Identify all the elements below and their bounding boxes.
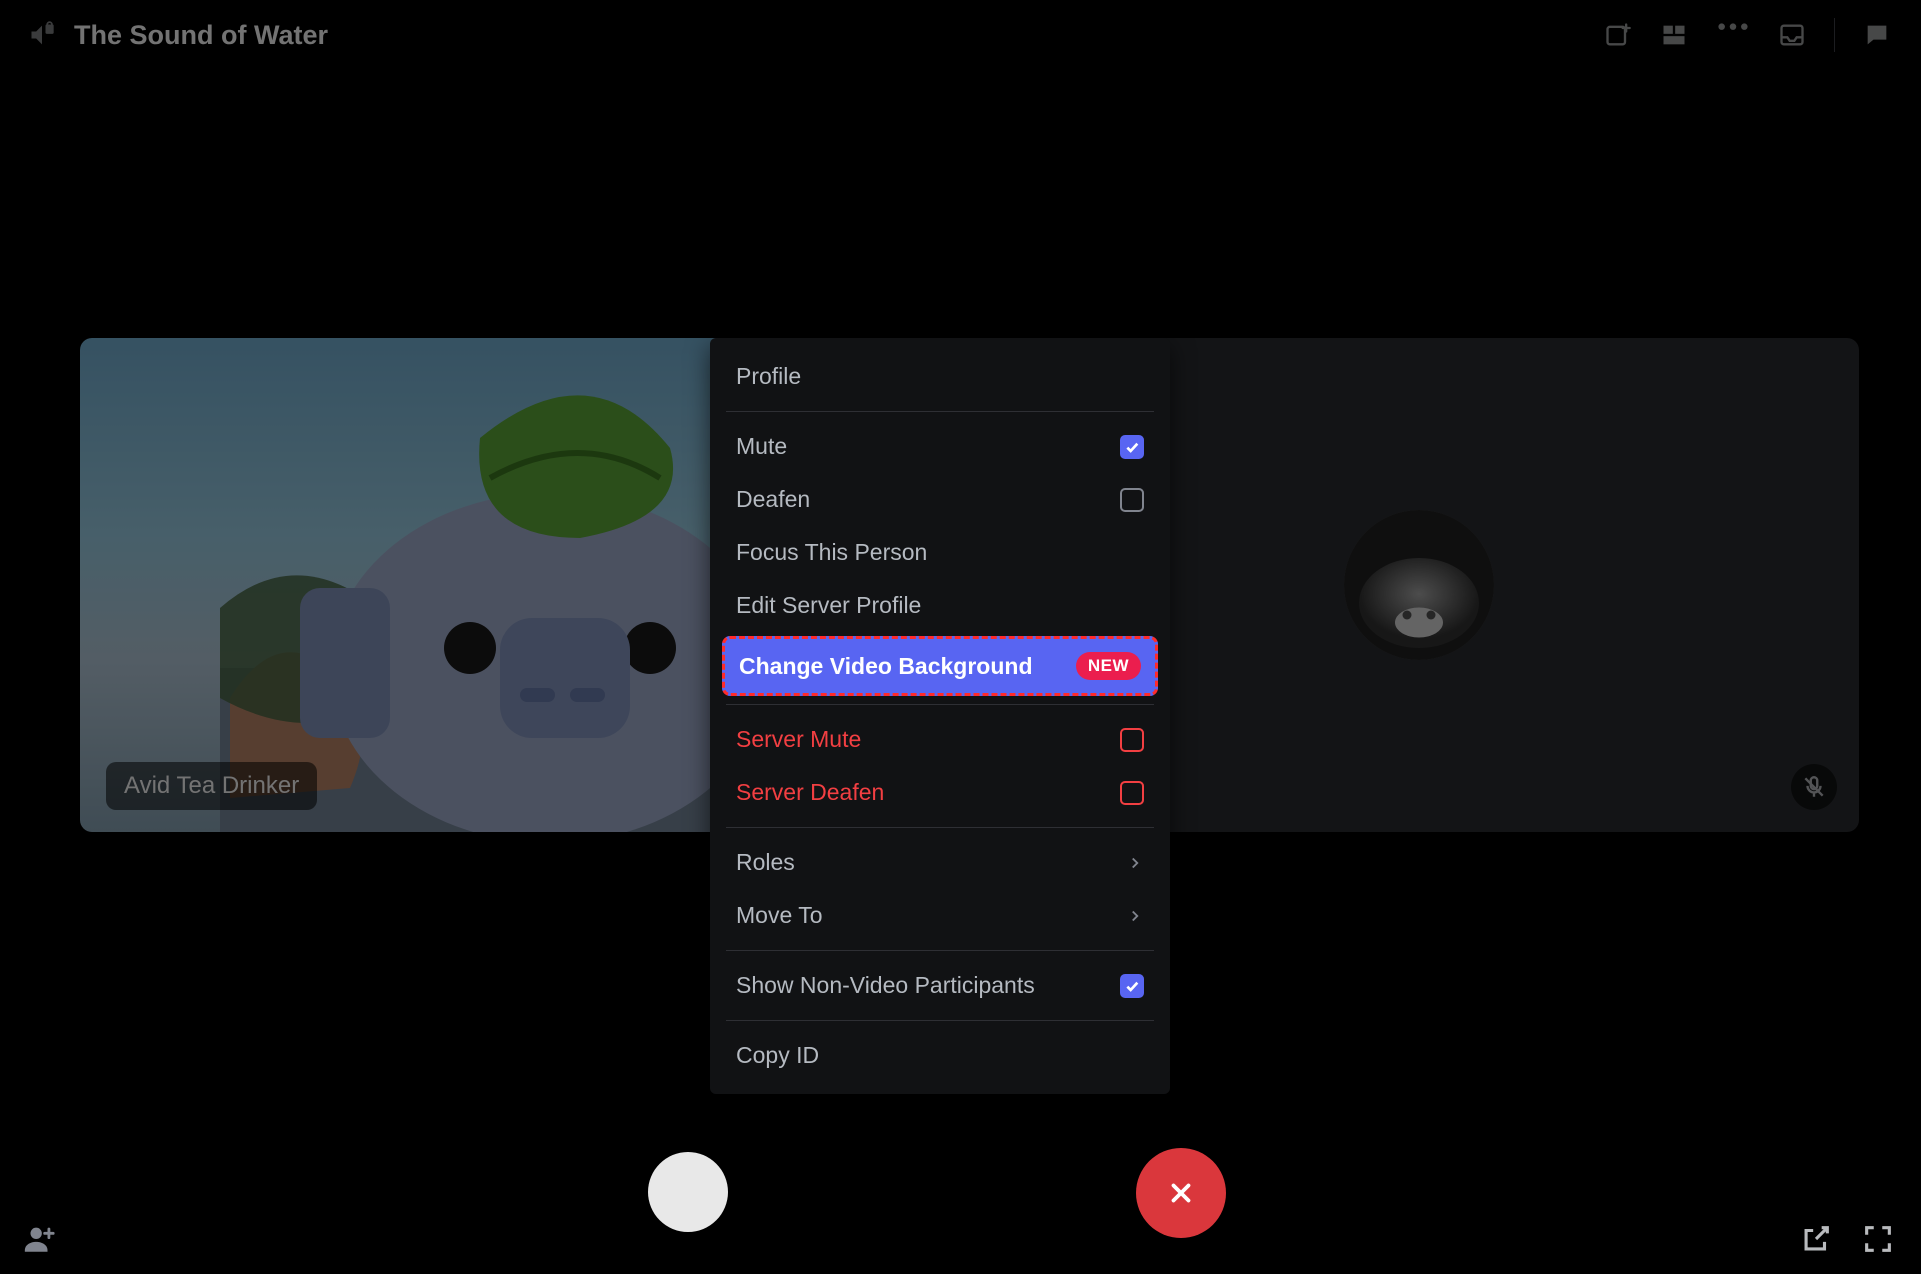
more-icon[interactable]: [1716, 21, 1750, 49]
chevron-right-icon: [1126, 854, 1144, 872]
menu-label: Server Deafen: [736, 779, 884, 806]
popout-icon[interactable]: [1799, 1222, 1833, 1256]
menu-label: Deafen: [736, 486, 810, 513]
checkbox-unchecked-icon[interactable]: [1120, 781, 1144, 805]
channel-title: The Sound of Water: [74, 20, 328, 51]
start-event-icon[interactable]: [1604, 21, 1632, 49]
menu-label: Change Video Background: [739, 653, 1033, 680]
fullscreen-icon[interactable]: [1861, 1222, 1895, 1256]
menu-label: Server Mute: [736, 726, 861, 753]
new-badge: NEW: [1076, 652, 1141, 680]
muted-icon: [1791, 764, 1837, 810]
chat-icon[interactable]: [1863, 21, 1891, 49]
menu-label: Roles: [736, 849, 795, 876]
hangup-button[interactable]: [1136, 1148, 1226, 1238]
menu-server-deafen[interactable]: Server Deafen: [722, 766, 1158, 819]
participant-name-chip: Avid Tea Drinker: [106, 762, 317, 810]
menu-label: Move To: [736, 902, 823, 929]
menu-mute[interactable]: Mute: [722, 420, 1158, 473]
inbox-icon[interactable]: [1778, 21, 1806, 49]
menu-label: Copy ID: [736, 1042, 819, 1069]
grid-view-icon[interactable]: [1660, 21, 1688, 49]
header-divider: [1834, 18, 1835, 52]
header: The Sound of Water: [0, 0, 1921, 70]
menu-server-mute[interactable]: Server Mute: [722, 713, 1158, 766]
menu-separator: [726, 950, 1154, 951]
menu-roles[interactable]: Roles: [722, 836, 1158, 889]
context-menu: Profile Mute Deafen Focus This Person Ed…: [710, 338, 1170, 1094]
invite-button[interactable]: [22, 1222, 56, 1256]
menu-separator: [726, 704, 1154, 705]
menu-label: Focus This Person: [736, 539, 927, 566]
menu-label: Mute: [736, 433, 787, 460]
menu-profile[interactable]: Profile: [722, 350, 1158, 403]
checkbox-unchecked-icon[interactable]: [1120, 728, 1144, 752]
call-control-button[interactable]: [648, 1152, 728, 1232]
menu-show-nonvideo[interactable]: Show Non-Video Participants: [722, 959, 1158, 1012]
menu-focus-person[interactable]: Focus This Person: [722, 526, 1158, 579]
menu-separator: [726, 827, 1154, 828]
menu-copy-id[interactable]: Copy ID: [722, 1029, 1158, 1082]
checkbox-unchecked-icon[interactable]: [1120, 488, 1144, 512]
menu-move-to[interactable]: Move To: [722, 889, 1158, 942]
menu-label: Show Non-Video Participants: [736, 972, 1035, 999]
speaker-locked-icon: [28, 21, 56, 49]
menu-deafen[interactable]: Deafen: [722, 473, 1158, 526]
menu-change-video-background[interactable]: Change Video Background NEW: [722, 636, 1158, 696]
avatar: [1344, 510, 1494, 660]
checkbox-checked-icon[interactable]: [1120, 435, 1144, 459]
menu-label: Edit Server Profile: [736, 592, 921, 619]
menu-edit-server-profile[interactable]: Edit Server Profile: [722, 579, 1158, 632]
chevron-right-icon: [1126, 907, 1144, 925]
menu-label: Profile: [736, 363, 801, 390]
checkbox-checked-icon[interactable]: [1120, 974, 1144, 998]
menu-separator: [726, 1020, 1154, 1021]
menu-separator: [726, 411, 1154, 412]
